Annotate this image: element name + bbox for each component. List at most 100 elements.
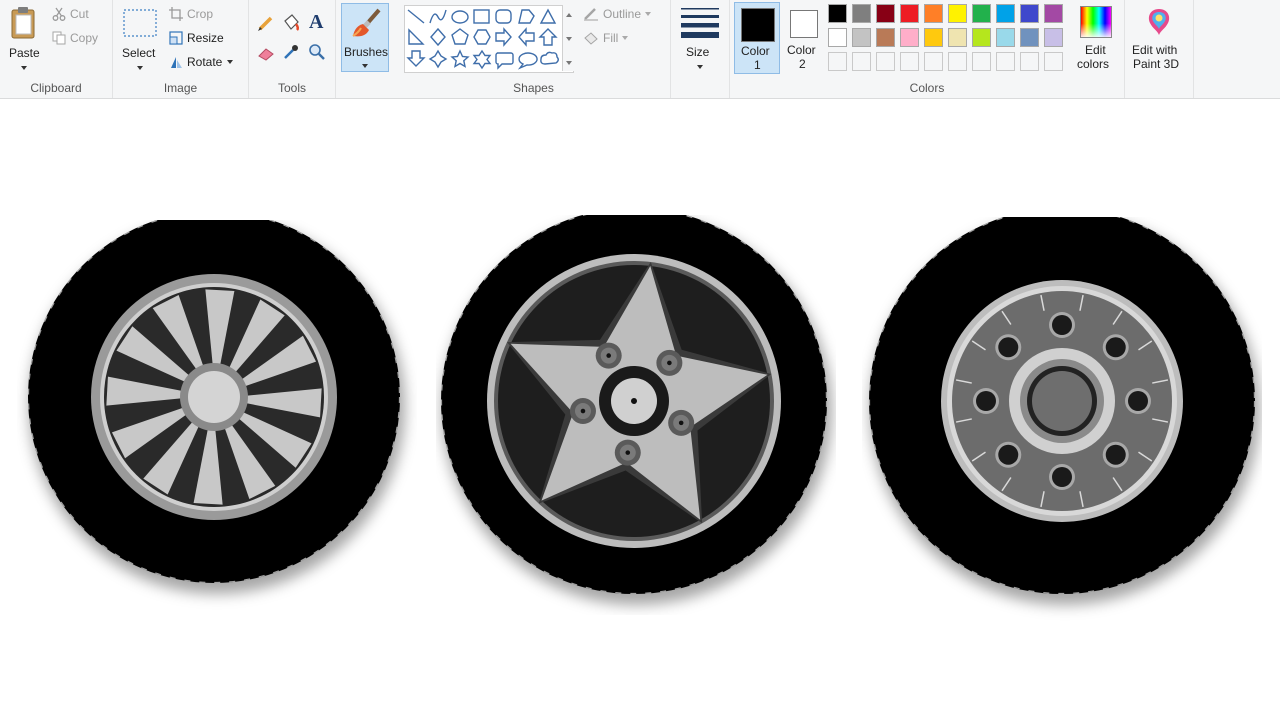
outline-button[interactable]: Outline bbox=[583, 4, 652, 24]
shapes-group: Outline Fill Shapes bbox=[397, 0, 671, 98]
rectangle-shape-icon[interactable] bbox=[473, 9, 490, 24]
copy-label: Copy bbox=[70, 31, 99, 45]
palette-swatch[interactable] bbox=[1020, 4, 1039, 23]
four-point-star-shape-icon[interactable] bbox=[428, 49, 448, 69]
paste-icon bbox=[11, 7, 35, 39]
size-dropdown-caret[interactable] bbox=[697, 65, 703, 69]
palette-swatch[interactable] bbox=[876, 28, 895, 47]
color1-button[interactable]: Color 1 bbox=[734, 2, 780, 74]
palette-swatch[interactable] bbox=[828, 28, 847, 47]
eraser-icon[interactable] bbox=[257, 44, 275, 62]
left-arrow-shape-icon[interactable] bbox=[518, 27, 535, 47]
shapes-gallery-scroll[interactable] bbox=[562, 5, 575, 71]
diamond-shape-icon[interactable] bbox=[430, 27, 446, 47]
right-triangle-shape-icon[interactable] bbox=[408, 28, 425, 45]
palette-swatch[interactable] bbox=[876, 4, 895, 23]
fill-dropdown-caret[interactable] bbox=[622, 36, 629, 40]
palette-swatch[interactable] bbox=[972, 4, 991, 23]
magnifier-icon[interactable] bbox=[308, 43, 326, 61]
fill-bucket-icon[interactable] bbox=[281, 13, 301, 33]
polygon-shape-icon[interactable] bbox=[518, 9, 535, 24]
down-arrow-shape-icon[interactable] bbox=[406, 50, 426, 67]
rotate-dropdown-caret[interactable] bbox=[227, 60, 234, 64]
palette-swatch[interactable] bbox=[828, 52, 847, 71]
outline-dropdown-caret[interactable] bbox=[645, 12, 652, 16]
palette-swatch[interactable] bbox=[1020, 28, 1039, 47]
drawing-canvas[interactable] bbox=[0, 99, 1280, 720]
pencil-icon[interactable] bbox=[257, 14, 275, 32]
palette-swatch[interactable] bbox=[948, 28, 967, 47]
edit-with-paint3d-button[interactable]: Edit with Paint 3D bbox=[1127, 2, 1191, 74]
oval-shape-icon[interactable] bbox=[451, 10, 469, 24]
tools-group-label: Tools bbox=[277, 81, 306, 95]
palette-swatch[interactable] bbox=[996, 4, 1015, 23]
copy-button[interactable]: Copy bbox=[52, 28, 98, 48]
hexagon-shape-icon[interactable] bbox=[473, 29, 491, 45]
palette-swatch[interactable] bbox=[852, 4, 871, 23]
rotate-label: Rotate bbox=[187, 55, 223, 69]
gallery-scroll-up-icon[interactable] bbox=[566, 13, 572, 17]
rotate-button[interactable]: Rotate bbox=[169, 52, 234, 72]
up-arrow-shape-icon[interactable] bbox=[538, 28, 558, 46]
text-tool-icon[interactable]: A bbox=[309, 11, 323, 34]
palette-swatch[interactable] bbox=[1044, 28, 1063, 47]
clipboard-group-label: Clipboard bbox=[30, 81, 82, 95]
size-button[interactable]: Size bbox=[675, 2, 725, 74]
select-dropdown-caret[interactable] bbox=[137, 66, 143, 70]
palette-swatch[interactable] bbox=[852, 28, 871, 47]
curve-shape-icon[interactable] bbox=[429, 9, 447, 24]
palette-swatch[interactable] bbox=[1044, 4, 1063, 23]
tools-group: A Tools bbox=[249, 0, 336, 98]
edit-colors-button[interactable]: Edit colors bbox=[1072, 2, 1120, 74]
six-point-star-shape-icon[interactable] bbox=[472, 49, 492, 70]
palette-swatch[interactable] bbox=[900, 4, 919, 23]
paste-label: Paste bbox=[9, 46, 40, 60]
fill-button[interactable]: Fill bbox=[583, 28, 629, 48]
select-button[interactable]: Select bbox=[119, 2, 161, 74]
gallery-scroll-down-icon[interactable] bbox=[566, 37, 572, 41]
palette-swatch[interactable] bbox=[924, 4, 943, 23]
palette-swatch[interactable] bbox=[1020, 52, 1039, 71]
cut-button[interactable]: Cut bbox=[52, 4, 89, 24]
five-point-star-shape-icon[interactable] bbox=[450, 49, 470, 68]
color-picker-icon[interactable] bbox=[282, 43, 300, 61]
oval-callout-shape-icon[interactable] bbox=[517, 52, 538, 70]
paste-button[interactable]: Paste bbox=[2, 2, 46, 74]
palette-swatch[interactable] bbox=[900, 52, 919, 71]
paint3d-group: Edit with Paint 3D bbox=[1125, 0, 1194, 98]
rounded-callout-shape-icon[interactable] bbox=[495, 52, 514, 70]
palette-swatch[interactable] bbox=[900, 28, 919, 47]
lug-nut-hole bbox=[606, 353, 611, 358]
brushes-button[interactable]: Brushes bbox=[341, 3, 389, 72]
palette-swatch[interactable] bbox=[828, 4, 847, 23]
pentagon-shape-icon[interactable] bbox=[451, 28, 469, 45]
palette-swatch[interactable] bbox=[948, 4, 967, 23]
right-arrow-shape-icon[interactable] bbox=[495, 27, 512, 47]
lug-hole bbox=[998, 444, 1019, 465]
palette-swatch[interactable] bbox=[924, 52, 943, 71]
paste-dropdown-caret[interactable] bbox=[21, 66, 27, 70]
crop-button[interactable]: Crop bbox=[169, 4, 213, 24]
rounded-rectangle-shape-icon[interactable] bbox=[495, 9, 512, 24]
palette-swatch[interactable] bbox=[924, 28, 943, 47]
color2-button[interactable]: Color 2 bbox=[782, 2, 826, 74]
cloud-callout-shape-icon[interactable] bbox=[540, 51, 559, 65]
image-group-label: Image bbox=[163, 81, 198, 95]
palette-swatch[interactable] bbox=[996, 52, 1015, 71]
resize-button[interactable]: Resize bbox=[169, 28, 224, 48]
palette-swatch[interactable] bbox=[972, 52, 991, 71]
line-shape-icon[interactable] bbox=[407, 9, 425, 24]
gallery-expand-icon[interactable] bbox=[566, 61, 572, 65]
triangle-shape-icon[interactable] bbox=[539, 8, 557, 24]
palette-swatch[interactable] bbox=[972, 28, 991, 47]
clipboard-group: Paste Cut Copy Clipboard bbox=[0, 0, 113, 98]
palette-swatch[interactable] bbox=[1044, 52, 1063, 71]
shapes-group-label: Shapes bbox=[513, 81, 554, 95]
resize-label: Resize bbox=[187, 31, 224, 45]
palette-swatch[interactable] bbox=[876, 52, 895, 71]
palette-swatch[interactable] bbox=[996, 28, 1015, 47]
brushes-dropdown-caret[interactable] bbox=[362, 64, 368, 68]
palette-swatch[interactable] bbox=[948, 52, 967, 71]
palette-swatch[interactable] bbox=[852, 52, 871, 71]
color-spectrum-icon bbox=[1080, 6, 1112, 38]
